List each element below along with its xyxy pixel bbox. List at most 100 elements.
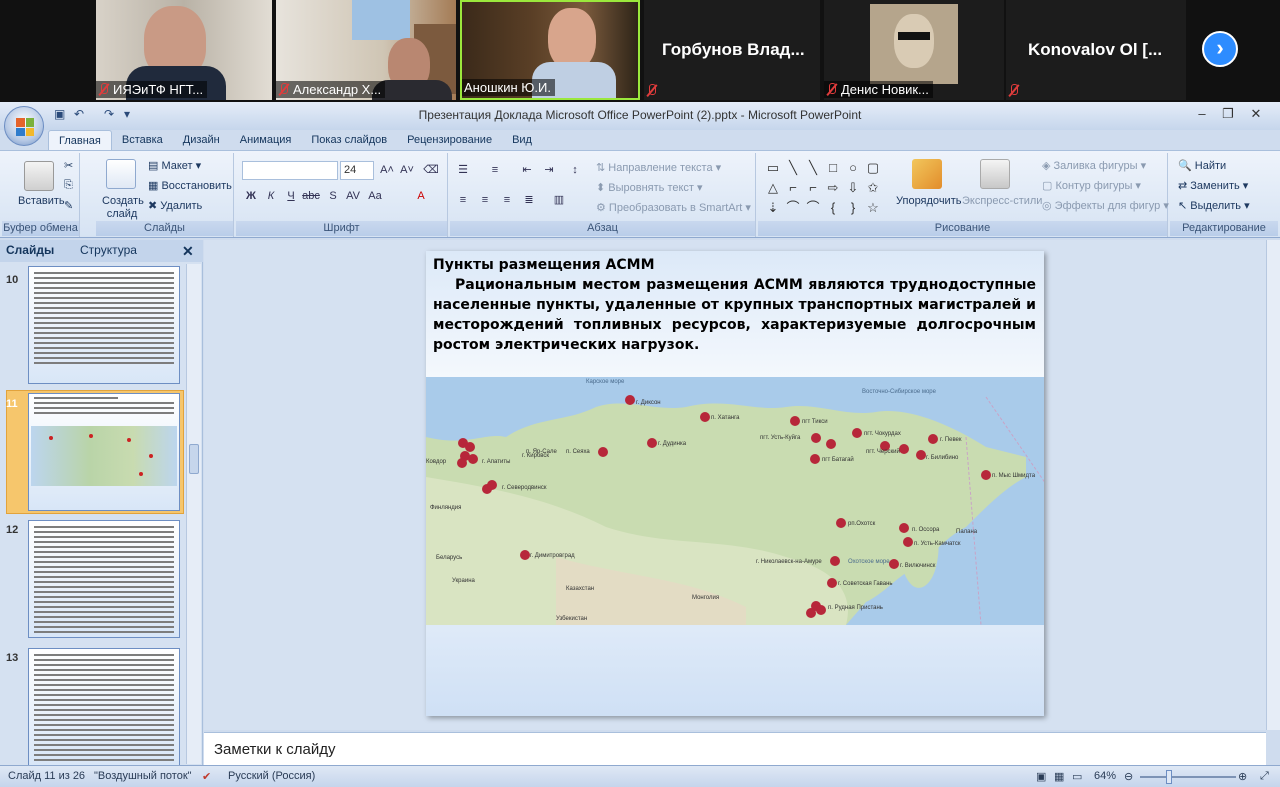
zoom-in-icon[interactable]: ⊕	[1238, 770, 1247, 783]
curve2-shape-icon[interactable]: ⌒	[804, 199, 822, 217]
arrow-right-shape-icon[interactable]: ⇨	[824, 179, 842, 197]
clear-format-icon[interactable]: ⌫	[422, 161, 440, 179]
notes-pane[interactable]: Заметки к слайду	[204, 732, 1266, 765]
fit-to-window-icon[interactable]: ⤢	[1260, 770, 1269, 783]
arrow-down-shape-icon[interactable]: ⇩	[844, 179, 862, 197]
new-slide-button[interactable]: Создать слайд	[102, 195, 144, 221]
zoom-slider[interactable]	[1140, 776, 1236, 778]
tab-insert[interactable]: Вставка	[112, 130, 173, 152]
replace-button[interactable]: ⇄ Заменить ▾	[1178, 179, 1248, 192]
slideshow-view-icon[interactable]: ▭	[1072, 770, 1082, 783]
zoom-level[interactable]: 64%	[1094, 770, 1116, 782]
rectangle-shape-icon[interactable]: □	[824, 159, 842, 177]
slide-canvas[interactable]: Пункты размещения АСММ Рациональным мест…	[426, 251, 1044, 716]
zoom-out-icon[interactable]: ⊖	[1124, 770, 1133, 783]
zoom-slider-handle[interactable]	[1166, 770, 1172, 784]
slide-sorter-icon[interactable]: ▦	[1054, 770, 1064, 783]
quick-styles-icon[interactable]	[980, 159, 1010, 189]
oval-shape-icon[interactable]: ○	[844, 159, 862, 177]
slide-thumbnail-13[interactable]: 13	[4, 648, 184, 768]
change-case-icon[interactable]: Aa	[366, 187, 384, 205]
line-spacing-icon[interactable]: ↕	[566, 161, 584, 179]
tab-slideshow[interactable]: Показ слайдов	[301, 130, 397, 152]
layout-button[interactable]: ▤ Макет ▾	[148, 159, 201, 172]
tab-outline[interactable]: Структура	[80, 243, 137, 257]
shadow-icon[interactable]: S	[324, 187, 342, 205]
tab-view[interactable]: Вид	[502, 130, 542, 152]
underline-icon[interactable]: Ч	[282, 187, 300, 205]
slide-body-text[interactable]: Рациональным местом размещения АСММ явля…	[433, 275, 1036, 355]
russia-map-image[interactable]: Карское море Восточно-Сибирское море Охо…	[426, 377, 1044, 625]
slide-thumbnail-10[interactable]: 10	[4, 266, 184, 386]
copy-icon[interactable]: ⎘	[64, 179, 73, 192]
grow-font-icon[interactable]: A˄	[378, 161, 396, 179]
bold-icon[interactable]: Ж	[242, 187, 260, 205]
columns-icon[interactable]: ▥	[550, 191, 568, 209]
elbow2-connector-icon[interactable]: ⌐	[804, 179, 822, 197]
textbox-shape-icon[interactable]: ▭	[764, 159, 782, 177]
decrease-indent-icon[interactable]: ⇤	[518, 161, 536, 179]
thumbnails-scrollbar[interactable]	[186, 264, 201, 764]
shrink-font-icon[interactable]: A˅	[398, 161, 416, 179]
curve-shape-icon[interactable]: ⌒	[784, 199, 802, 217]
brace2-shape-icon[interactable]: }	[844, 199, 862, 217]
arrange-button[interactable]: Упорядочить	[896, 195, 961, 207]
participant-tile-3-speaking[interactable]: Аношкин Ю.И.	[460, 0, 640, 100]
strikethrough-icon[interactable]: abc	[302, 187, 320, 205]
arrange-icon[interactable]	[912, 159, 942, 189]
participant-tile-5[interactable]: Денис Новик...	[824, 0, 1004, 100]
slide-title[interactable]: Пункты размещения АСММ	[433, 257, 655, 273]
slide-scrollbar[interactable]	[1266, 240, 1280, 730]
participant-tile-1[interactable]: ИЯЭиТФ НГТ...	[96, 0, 272, 100]
participant-tile-2[interactable]: Александр Х...	[276, 0, 456, 100]
participant-tile-4[interactable]: Горбунов Влад...	[644, 0, 820, 100]
cut-icon[interactable]: ✂	[64, 159, 73, 172]
reset-button[interactable]: ▦ Восстановить	[148, 179, 232, 192]
close-button[interactable]: ✕	[1244, 105, 1268, 123]
tab-review[interactable]: Рецензирование	[397, 130, 502, 152]
tab-home[interactable]: Главная	[48, 130, 112, 152]
participant-tile-6[interactable]: Konovalov Ol [...	[1006, 0, 1186, 100]
paste-icon[interactable]	[24, 161, 54, 191]
italic-icon[interactable]: К	[262, 187, 280, 205]
office-button[interactable]	[4, 106, 44, 146]
font-size-select[interactable]: 24	[340, 161, 374, 180]
paste-button[interactable]: Вставить	[18, 195, 65, 207]
increase-indent-icon[interactable]: ⇥	[540, 161, 558, 179]
line-shape-icon[interactable]: ╲	[784, 159, 802, 177]
justify-icon[interactable]: ≣	[520, 191, 538, 209]
next-page-button[interactable]: ›	[1202, 31, 1238, 67]
format-painter-icon[interactable]: ✎	[64, 199, 73, 212]
tab-design[interactable]: Дизайн	[173, 130, 230, 152]
minimize-button[interactable]: –	[1190, 105, 1214, 123]
tab-animation[interactable]: Анимация	[230, 130, 302, 152]
close-panel-icon[interactable]: ✕	[182, 243, 194, 260]
align-left-icon[interactable]: ≡	[454, 191, 472, 209]
new-slide-icon[interactable]	[106, 159, 136, 189]
select-button[interactable]: ↖ Выделить ▾	[1178, 199, 1250, 212]
spacing-icon[interactable]: AV	[344, 187, 362, 205]
arrow-down-shape-icon[interactable]: ⇣	[764, 199, 782, 217]
star-shape-icon[interactable]: ✩	[864, 179, 882, 197]
maximize-button[interactable]: ❐	[1216, 105, 1240, 123]
font-family-select[interactable]	[242, 161, 338, 180]
align-center-icon[interactable]: ≡	[476, 191, 494, 209]
numbering-icon[interactable]: ≡	[486, 161, 504, 179]
font-color-icon[interactable]: A	[412, 187, 430, 205]
line2-shape-icon[interactable]: ╲	[804, 159, 822, 177]
normal-view-icon[interactable]: ▣	[1036, 770, 1046, 783]
slide-thumbnail-12[interactable]: 12	[4, 520, 184, 640]
delete-slide-button[interactable]: ✖ Удалить	[148, 199, 202, 212]
elbow-connector-icon[interactable]: ⌐	[784, 179, 802, 197]
spellcheck-icon[interactable]: ✔	[202, 770, 211, 783]
bullets-icon[interactable]: ☰	[454, 161, 472, 179]
rounded-rect-shape-icon[interactable]: ▢	[864, 159, 882, 177]
star5-shape-icon[interactable]: ☆	[864, 199, 882, 217]
align-right-icon[interactable]: ≡	[498, 191, 516, 209]
language-indicator[interactable]: Русский (Россия)	[228, 770, 315, 782]
triangle-shape-icon[interactable]: △	[764, 179, 782, 197]
find-button[interactable]: 🔍 Найти	[1178, 159, 1226, 172]
brace-shape-icon[interactable]: {	[824, 199, 842, 217]
tab-slides[interactable]: Слайды	[6, 243, 54, 257]
slide-thumbnail-11-selected[interactable]: 11	[4, 390, 184, 516]
